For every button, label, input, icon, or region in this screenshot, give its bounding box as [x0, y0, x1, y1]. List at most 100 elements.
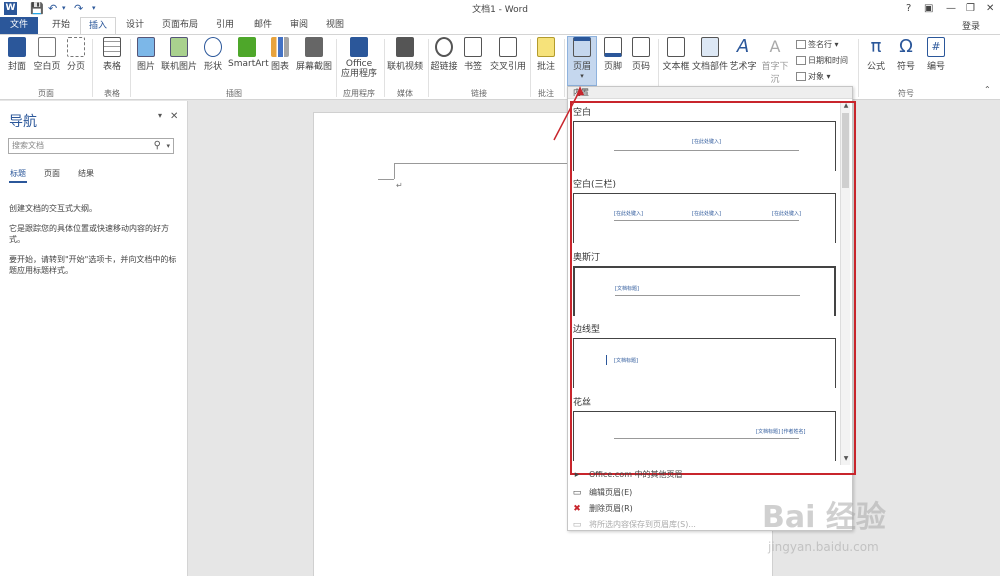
search-dropdown-icon[interactable]: ▾	[166, 139, 170, 153]
tab-mailings[interactable]: 邮件	[246, 17, 280, 34]
pictures-button[interactable]: 图片	[134, 37, 158, 72]
login-link[interactable]: 登录	[962, 19, 980, 32]
gallery-scrollbar[interactable]: ▲ ▼	[840, 101, 850, 465]
cover-page-button[interactable]: 封面	[4, 37, 30, 72]
hyperlink-icon	[435, 37, 453, 57]
header-label: 页眉	[572, 62, 591, 72]
save-selection-icon: ▭	[572, 520, 582, 530]
comment-button[interactable]: 批注	[532, 37, 560, 72]
page-number-label: 页码	[631, 62, 650, 72]
object-label: 对象	[808, 72, 824, 81]
margin-mark-left	[378, 179, 394, 180]
wordart-button[interactable]: A 艺术字	[728, 37, 758, 73]
gallery-item-thumbnail[interactable]: [在此处键入] [在此处键入] [在此处键入]	[573, 193, 836, 243]
bookmark-icon	[464, 37, 482, 57]
nav-tab-headings[interactable]: 标题	[10, 168, 26, 179]
more-headers-menu-item[interactable]: ▸ Office.com 中的其他页眉	[571, 469, 683, 480]
thumb-placeholder: [在此处键入]	[692, 211, 721, 217]
tab-design[interactable]: 设计	[118, 17, 152, 34]
omega-icon: Ω	[899, 36, 913, 57]
restore-button[interactable]: ❐	[966, 1, 975, 16]
tab-home[interactable]: 开始	[44, 17, 78, 34]
object-icon	[796, 72, 806, 81]
drop-cap-icon: A	[769, 37, 781, 56]
nav-close-icon[interactable]: ✕	[170, 111, 178, 122]
search-input[interactable]: 搜索文档 ⚲ ▾	[8, 138, 174, 154]
gallery-item-thumbnail[interactable]: [文档标题]	[573, 266, 836, 316]
close-button[interactable]: ✕	[986, 1, 994, 16]
equation-label: 公式	[866, 62, 885, 72]
office-apps-icon	[350, 37, 368, 57]
tab-view[interactable]: 视图	[318, 17, 352, 34]
header-dropdown-icon: ▾	[580, 72, 584, 80]
quick-parts-button[interactable]: 文档部件	[692, 37, 728, 72]
pi-icon: π	[870, 36, 882, 57]
hyperlink-button[interactable]: 超链接	[430, 37, 458, 72]
thumb-placeholder: [在此处键入]	[692, 139, 721, 145]
edit-header-menu-item[interactable]: ▭ 编辑页眉(E)	[571, 487, 633, 498]
help-button[interactable]: ?	[906, 1, 911, 16]
nav-tab-results[interactable]: 结果	[78, 168, 94, 179]
bookmark-button[interactable]: 书签	[460, 37, 486, 72]
blank-page-button[interactable]: 空白页	[32, 37, 62, 72]
gallery-item-name: 空白	[573, 108, 592, 118]
smartart-label: SmartArt	[228, 59, 269, 69]
office-apps-button[interactable]: Office 应用程序	[338, 37, 380, 79]
footer-button[interactable]: 页脚	[600, 37, 626, 72]
date-time-button[interactable]: 日期和时间	[796, 55, 848, 66]
nav-options-icon[interactable]: ▾	[158, 111, 162, 120]
page-break-button[interactable]: 分页	[64, 37, 88, 72]
minimize-button[interactable]: —	[946, 1, 956, 16]
tab-references[interactable]: 引用	[208, 17, 242, 34]
table-icon	[103, 37, 121, 57]
scroll-up-icon[interactable]: ▲	[841, 102, 851, 109]
window-title: 文档1 - Word	[472, 5, 528, 15]
scroll-down-icon[interactable]: ▼	[841, 455, 851, 462]
ribbon-display-options-button[interactable]: ▣	[924, 1, 933, 16]
smartart-button[interactable]: SmartArt	[228, 37, 269, 69]
margin-mark-top	[394, 163, 574, 164]
nav-tab-pages[interactable]: 页面	[44, 168, 60, 179]
tab-page-layout[interactable]: 页面布局	[156, 17, 204, 34]
tab-insert[interactable]: 插入	[80, 17, 116, 35]
cross-reference-button[interactable]: 交叉引用	[488, 37, 528, 72]
video-icon	[396, 37, 414, 57]
symbol-button[interactable]: Ω 符号	[892, 36, 920, 73]
remove-header-label: 删除页眉(R)	[589, 504, 633, 513]
tab-file[interactable]: 文件	[0, 17, 38, 34]
page-number-button[interactable]: 页码	[628, 37, 654, 72]
gallery-item-name: 奥斯汀	[573, 253, 601, 263]
quick-parts-icon	[701, 37, 719, 57]
screenshot-button[interactable]: 屏幕截图	[294, 37, 334, 72]
online-video-button[interactable]: 联机视频	[386, 37, 424, 72]
thumb-placeholder: [在此处键入]	[614, 211, 643, 217]
drop-cap-button[interactable]: A 首字下沉	[758, 37, 792, 85]
signature-line-button[interactable]: 签名行 ▾	[796, 39, 839, 50]
group-label-links: 链接	[471, 89, 487, 98]
tab-review[interactable]: 审阅	[282, 17, 316, 34]
scrollbar-thumb[interactable]	[842, 113, 849, 188]
text-box-button[interactable]: 文本框	[660, 37, 692, 72]
object-button[interactable]: 对象 ▾	[796, 71, 831, 82]
thumb-rule	[615, 295, 800, 296]
gallery-item-thumbnail[interactable]: [文档标题]	[573, 338, 836, 388]
header-icon	[573, 37, 591, 57]
gallery-item-thumbnail[interactable]: [在此处键入]	[573, 121, 836, 171]
gallery-item-thumbnail[interactable]: [文档标题] [作者姓名]	[573, 411, 836, 461]
wordart-label: 艺术字	[729, 62, 757, 72]
search-icon[interactable]: ⚲	[154, 139, 161, 153]
edit-header-icon: ▭	[572, 488, 582, 498]
numbering-button[interactable]: # 编号	[922, 37, 950, 72]
online-pictures-button[interactable]: 联机图片	[160, 37, 198, 72]
collapse-ribbon-icon[interactable]: ⌃	[984, 85, 991, 94]
more-headers-label: Office.com 中的其他页眉	[589, 470, 683, 479]
shapes-button[interactable]: 形状	[200, 37, 226, 72]
chart-button[interactable]: 图表	[268, 37, 292, 72]
comment-label: 批注	[536, 62, 555, 72]
numbering-label: 编号	[926, 62, 945, 72]
nav-message-1: 创建文档的交互式大纲。	[9, 204, 97, 213]
equation-button[interactable]: π 公式	[862, 36, 890, 73]
remove-header-menu-item[interactable]: ✖ 删除页眉(R)	[571, 503, 633, 514]
header-button[interactable]: 页眉 ▾	[567, 36, 597, 86]
table-button[interactable]: 表格	[98, 37, 126, 72]
